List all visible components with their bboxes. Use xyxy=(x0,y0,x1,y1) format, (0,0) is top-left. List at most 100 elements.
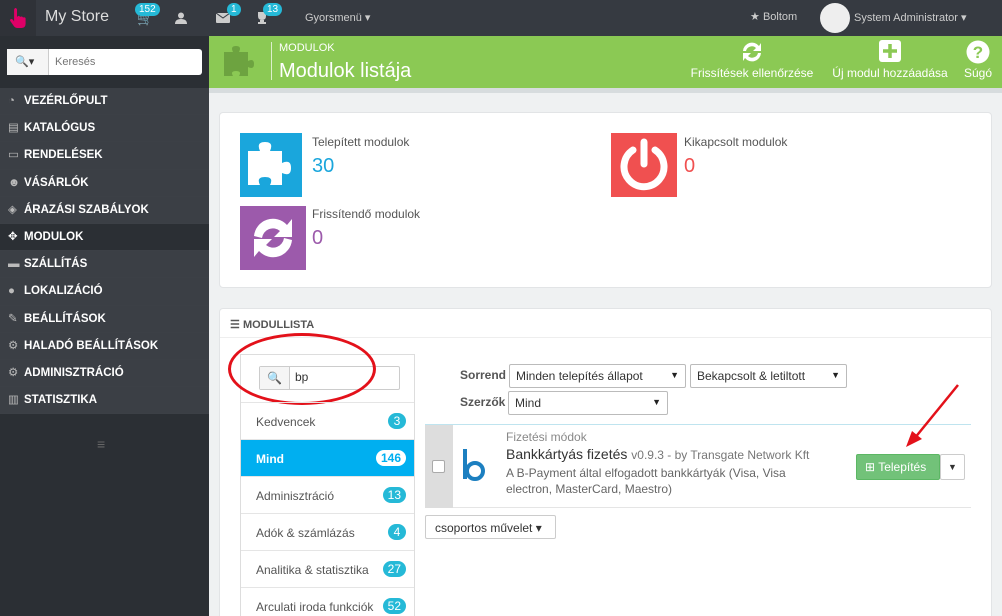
help-label: Súgó xyxy=(963,66,993,80)
category-label: Kedvencek xyxy=(256,415,316,429)
sidebar-item-dashboard[interactable]: ◔ Vezérlőpult xyxy=(0,88,209,116)
logo[interactable] xyxy=(0,0,36,36)
add-module-button[interactable]: Új modul hozzáadása xyxy=(828,40,952,80)
category-label: Adminisztráció xyxy=(256,489,335,503)
page-title: Modulok listája xyxy=(279,60,412,82)
to-update-modules-label: Frissítendő modulok xyxy=(312,207,421,221)
sidebar-item-label: Rendelések xyxy=(24,149,103,162)
user-icon[interactable] xyxy=(175,12,187,24)
sidebar-item-label: Statisztika xyxy=(24,394,98,407)
sidebar-item-label: Katalógus xyxy=(24,122,96,135)
quickmenu-dropdown[interactable]: Gyorsmenü ▾ xyxy=(305,11,370,24)
quickmenu-label: Gyorsmenü xyxy=(305,12,362,24)
refresh-icon xyxy=(240,206,306,270)
module-title: Bankkártyás fizetés v0.9.3 - by Transgat… xyxy=(506,446,809,462)
module-checkbox[interactable] xyxy=(432,460,445,473)
help-icon: ? xyxy=(966,40,990,64)
user-menu[interactable]: System Administrator ▾ xyxy=(854,11,967,24)
enabled-status-select[interactable]: Bekapcsolt & letiltott ▼ xyxy=(690,364,847,388)
category-list: 🔍 Kedvencek3 Mind146 Adminisztráció13 Ad… xyxy=(228,333,415,616)
check-updates-button[interactable]: Frissítések ellenőrzése xyxy=(688,40,816,80)
sidebar-item-catalog[interactable]: ▤ Katalógus xyxy=(0,115,209,143)
avatar[interactable] xyxy=(820,3,850,33)
svg-text:?: ? xyxy=(973,43,983,62)
caret-down-icon: ▼ xyxy=(670,370,679,380)
cog-icon: ⚙ xyxy=(8,366,19,379)
sidebar-item-price-rules[interactable]: ◈ Árazási szabályok xyxy=(0,196,209,224)
dashboard-icon: ◔ xyxy=(8,95,15,107)
sidebar-item-label: Haladó beállítások xyxy=(24,339,159,352)
sidebar-item-shipping[interactable]: ▬ Szállítás xyxy=(0,251,209,279)
authors-select[interactable]: Mind ▼ xyxy=(508,391,668,415)
category-label: Mind xyxy=(256,452,284,466)
store-name[interactable]: My Store xyxy=(45,8,109,26)
sidebar-item-modules[interactable]: ✥ Modulok xyxy=(0,223,209,252)
category-administration[interactable]: Adminisztráció 13 xyxy=(241,476,414,513)
pointing-hand-icon xyxy=(10,8,26,28)
sidebar-item-label: Árazási szabályok xyxy=(24,203,149,216)
sidebar-item-stats[interactable]: ▥ Statisztika xyxy=(0,387,209,415)
sidebar-item-advanced[interactable]: ⚙ Haladó beállítások xyxy=(0,332,209,360)
module-category: Fizetési módok xyxy=(506,430,587,444)
module-name: Bankkártyás fizetés xyxy=(506,446,628,462)
trophies-badge: 13 xyxy=(263,3,283,16)
sidebar-item-localization[interactable]: ● Lokalizáció xyxy=(0,278,209,306)
collapse-menu-icon[interactable]: ≡ xyxy=(97,436,105,452)
disabled-modules-value: 0 xyxy=(684,155,696,177)
module-list-panel: ☰ MODULLISTA 🔍 Kedvencek3 Mind146 Admini… xyxy=(219,308,992,616)
top-bar: My Store 🛒 152 1 13 Gyorsmenü ▾ ★ Boltom… xyxy=(0,0,1002,36)
install-status-select[interactable]: Minden telepítés állapot ▼ xyxy=(509,364,686,388)
shop-link[interactable]: ★ Boltom xyxy=(750,10,797,23)
installed-modules-label: Telepített modulok xyxy=(312,135,410,149)
sort-label: Sorrend xyxy=(460,368,507,382)
sidebar-item-administration[interactable]: ⚙ Adminisztráció xyxy=(0,359,209,388)
bulk-action-dropdown[interactable]: csoportos művelet ▾ xyxy=(425,515,556,539)
sidebar-item-customers[interactable]: ☻ Vásárlók xyxy=(0,169,209,197)
caret-down-icon: ▼ xyxy=(948,462,957,472)
sidebar-item-label: Vásárlók xyxy=(24,176,89,189)
sidebar-item-label: Vezérlőpult xyxy=(24,95,108,107)
add-module-label: Új modul hozzáadása xyxy=(832,66,948,80)
orders-badge: 152 xyxy=(135,3,160,16)
sidebar: 🔍▾ ◔ Vezérlőpult ▤ Katalógus ▭ Rendelések ☻… xyxy=(0,36,209,616)
install-options-dropdown[interactable]: ▼ xyxy=(940,454,965,480)
category-analytics[interactable]: Analitika & statisztika 27 xyxy=(241,550,414,587)
caret-down-icon: ▾ xyxy=(960,12,967,24)
sidebar-menu: ◔ Vezérlőpult ▤ Katalógus ▭ Rendelések ☻ Vás… xyxy=(0,88,209,415)
module-row: Fizetési módok Bankkártyás fizetés v0.9.… xyxy=(425,424,971,508)
puzzle-icon: ✥ xyxy=(8,230,18,243)
row-select-column xyxy=(425,425,453,508)
messages-badge: 1 xyxy=(227,3,241,16)
page-header: MODULOK Modulok listája Frissítések elle… xyxy=(209,36,1002,88)
category-favorites[interactable]: Kedvencek 3 xyxy=(241,402,414,439)
sidebar-item-preferences[interactable]: ✎ Beállítások xyxy=(0,305,209,333)
caret-down-icon: ▼ xyxy=(652,397,661,407)
arrow-annotation xyxy=(906,384,959,447)
wrench-icon: ✎ xyxy=(8,312,18,325)
disabled-modules-label: Kikapcsolt modulok xyxy=(684,135,788,149)
to-update-modules-value: 0 xyxy=(312,227,324,249)
category-label: Analitika & statisztika xyxy=(256,563,369,577)
sidebar-item-label: Modulok xyxy=(24,230,84,243)
select-value: Minden telepítés állapot xyxy=(516,369,643,383)
category-taxes[interactable]: Adók & számlázás 4 xyxy=(241,513,414,550)
sidebar-item-label: Szállítás xyxy=(24,258,88,271)
help-button[interactable]: ? Súgó xyxy=(961,40,995,80)
cogs-icon: ⚙ xyxy=(8,339,19,352)
puzzle-icon xyxy=(240,133,302,197)
install-button[interactable]: ⊞ Telepítés xyxy=(856,454,940,480)
star-icon: ★ xyxy=(750,11,760,23)
search-input[interactable] xyxy=(55,49,200,75)
sidebar-item-orders[interactable]: ▭ Rendelések xyxy=(0,142,209,170)
globe-icon: ● xyxy=(8,285,15,298)
category-back-office[interactable]: Arculati iroda funkciók 52 xyxy=(241,587,414,616)
install-label: Telepítés xyxy=(878,460,927,474)
envelope-icon[interactable] xyxy=(216,13,230,23)
authors-label: Szerzők xyxy=(460,395,506,409)
plus-square-icon xyxy=(879,40,901,62)
search-type-button[interactable]: 🔍▾ xyxy=(7,49,49,75)
plus-square-icon: ⊞ xyxy=(865,460,876,474)
category-all[interactable]: Mind 146 xyxy=(241,439,414,476)
breadcrumb[interactable]: MODULOK xyxy=(279,42,335,54)
category-count: 13 xyxy=(382,487,406,503)
